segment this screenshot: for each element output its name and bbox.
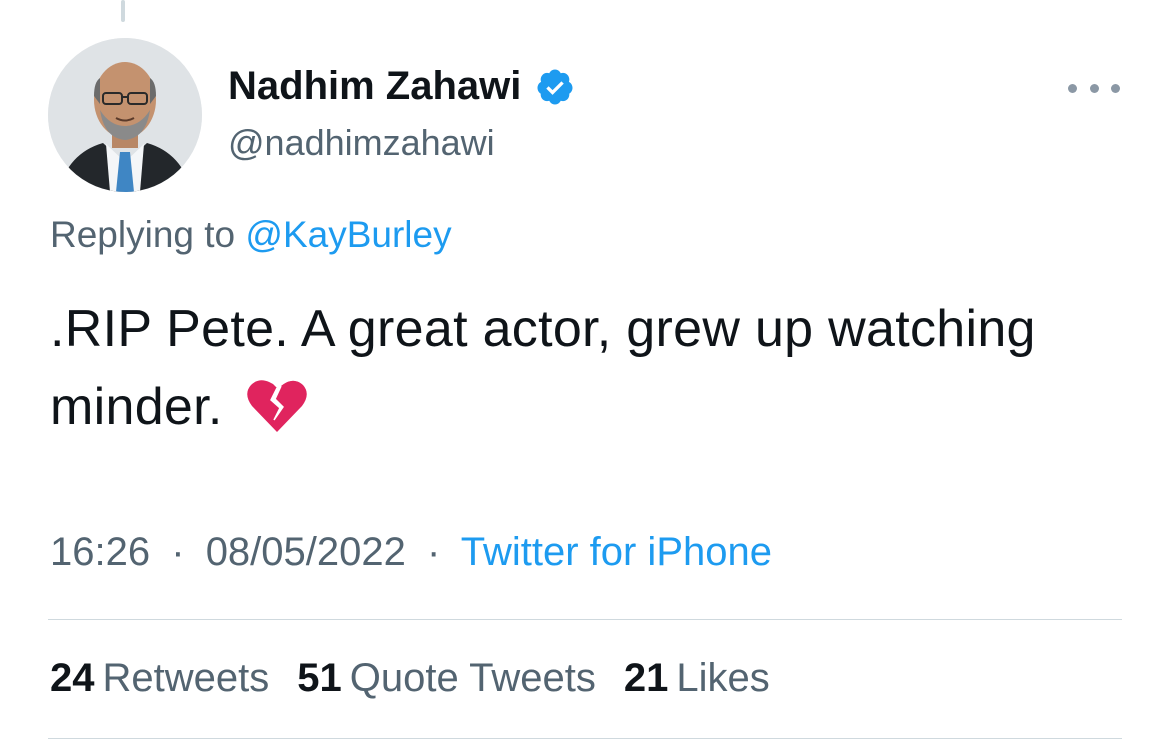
- quote-tweets-count: 51: [297, 656, 342, 700]
- tweet-time[interactable]: 16:26: [50, 530, 150, 574]
- more-options-button[interactable]: [1068, 74, 1120, 102]
- quote-tweets-stat[interactable]: 51 Quote Tweets: [297, 656, 596, 701]
- meta-separator: ·: [171, 530, 185, 574]
- more-options-dot: [1089, 83, 1099, 93]
- avatar[interactable]: [48, 38, 202, 192]
- retweets-stat[interactable]: 24 Retweets: [50, 656, 269, 701]
- verified-badge-icon: [537, 69, 573, 104]
- more-options-icon: [1068, 83, 1077, 93]
- thread-connector-line: [121, 0, 125, 22]
- retweets-count: 24: [50, 656, 95, 700]
- retweets-label: Retweets: [102, 656, 270, 700]
- reply-mention-link[interactable]: @KayBurley: [245, 214, 451, 255]
- author-name-row: Nadhim Zahawi: [228, 64, 575, 109]
- author-handle[interactable]: @nadhimzahawi: [228, 122, 495, 164]
- tweet-stats: 24 Retweets 51 Quote Tweets 21 Likes: [50, 656, 770, 701]
- more-options-dot: [1111, 83, 1120, 93]
- tweet-text: .RIP Pete. A great actor, grew up watchi…: [50, 300, 1036, 436]
- display-name[interactable]: Nadhim Zahawi: [228, 64, 521, 109]
- tweet-text-container: .RIP Pete. A great actor, grew up watchi…: [50, 290, 1110, 446]
- tweet-source-link[interactable]: Twitter for iPhone: [461, 530, 772, 574]
- divider: [48, 619, 1122, 620]
- profile-photo-icon: [48, 38, 202, 192]
- quote-tweets-label: Quote Tweets: [349, 656, 596, 700]
- reply-context-prefix: Replying to: [50, 214, 236, 255]
- broken-heart-icon: [247, 380, 308, 432]
- reply-context: Replying to @KayBurley: [50, 214, 452, 256]
- likes-count: 21: [623, 656, 669, 700]
- tweet-meta: 16:26 · 08/05/2022 · Twitter for iPhone: [50, 530, 772, 575]
- meta-separator: ·: [427, 530, 441, 574]
- tweet-detail: Nadhim Zahawi @nadhimzahawi Replying to …: [0, 0, 1170, 740]
- likes-stat[interactable]: 21 Likes: [624, 656, 770, 701]
- divider: [48, 738, 1122, 739]
- likes-label: Likes: [676, 656, 770, 700]
- tweet-date[interactable]: 08/05/2022: [206, 530, 406, 574]
